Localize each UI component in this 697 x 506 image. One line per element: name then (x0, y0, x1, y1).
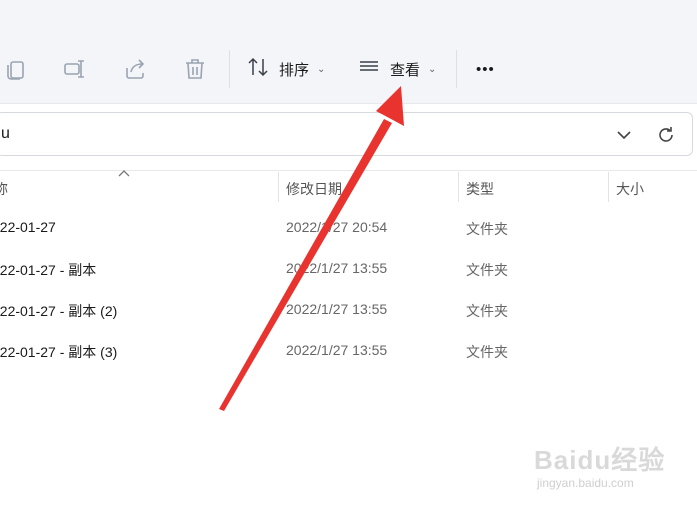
more-icon: ••• (476, 60, 495, 78)
column-header-size[interactable]: 大小 (616, 179, 644, 199)
command-bar: 排序 ⌄ 查看 ⌄ ••• (0, 0, 697, 104)
share-icon[interactable] (122, 56, 148, 82)
file-name: 022-01-27 - 副本 (2) (0, 303, 118, 319)
sort-ascending-icon (117, 166, 131, 177)
watermark-url: jingyan.baidu.com (537, 476, 634, 490)
file-row[interactable]: 022-01-27 - 副本 (2) 2022/1/27 13:55 文件夹 (0, 295, 697, 327)
file-name: 022-01-27 - 副本 (3) (0, 344, 118, 360)
list-view-icon (358, 56, 380, 83)
sort-label: 排序 (279, 61, 310, 79)
chevron-down-icon: ⌄ (428, 63, 437, 75)
toolbar-separator (229, 50, 230, 88)
file-name: 022-01-27 - 副本 (0, 262, 97, 278)
column-header-name[interactable]: 称 (0, 179, 8, 199)
sort-icon (247, 56, 269, 83)
file-modified: 2022/1/27 20:54 (286, 219, 388, 235)
watermark-logo: Baidu经验 (534, 445, 666, 475)
file-row[interactable]: 022-01-27 2022/1/27 20:54 文件夹 (0, 213, 697, 245)
file-type: 文件夹 (466, 221, 508, 237)
address-path: u (1, 125, 10, 142)
file-type: 文件夹 (466, 303, 508, 319)
refresh-icon[interactable] (656, 125, 676, 145)
file-type: 文件夹 (466, 262, 508, 278)
view-label: 查看 (390, 61, 421, 79)
file-modified: 2022/1/27 13:55 (286, 301, 388, 317)
column-divider[interactable] (278, 172, 279, 202)
view-button[interactable]: 查看 ⌄ (358, 56, 436, 82)
header-divider (0, 170, 697, 171)
file-type: 文件夹 (466, 344, 508, 360)
file-row[interactable]: 022-01-27 - 副本 (3) 2022/1/27 13:55 文件夹 (0, 336, 697, 368)
chevron-down-icon[interactable] (615, 126, 633, 144)
copy-icon[interactable] (3, 56, 29, 82)
file-modified: 2022/1/27 13:55 (286, 342, 388, 358)
column-divider[interactable] (608, 172, 609, 202)
file-name: 022-01-27 (0, 219, 56, 235)
chevron-down-icon: ⌄ (317, 63, 326, 75)
toolbar-separator (456, 50, 457, 88)
see-more-button[interactable]: ••• (476, 56, 495, 82)
column-header-date[interactable]: 修改日期 (286, 179, 342, 199)
rename-icon[interactable] (62, 56, 88, 82)
address-bar[interactable]: u (0, 112, 693, 156)
sort-button[interactable]: 排序 ⌄ (247, 56, 325, 82)
delete-icon[interactable] (182, 56, 208, 82)
column-header-type[interactable]: 类型 (466, 179, 494, 199)
watermark: Baidu经验 jingyan.baidu.com (534, 440, 694, 494)
file-row[interactable]: 022-01-27 - 副本 2022/1/27 13:55 文件夹 (0, 254, 697, 286)
file-modified: 2022/1/27 13:55 (286, 260, 388, 276)
column-divider[interactable] (458, 172, 459, 202)
